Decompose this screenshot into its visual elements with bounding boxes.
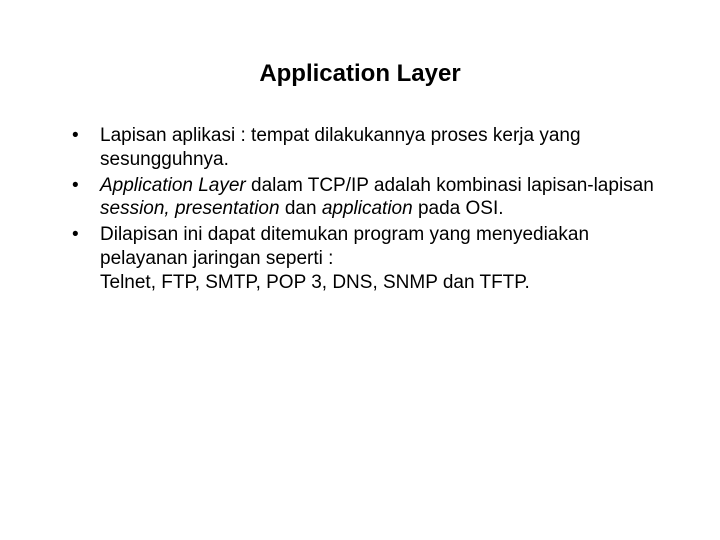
italic-term: Application Layer [100, 175, 246, 196]
italic-term: session, presentation [100, 198, 280, 219]
italic-term: application [322, 198, 413, 219]
bullet-text: dalam TCP/IP adalah kombinasi lapisan-la… [246, 175, 654, 196]
bullet-subtext: Telnet, FTP, SMTP, POP 3, DNS, SNMP dan … [100, 271, 670, 295]
bullet-text: pada OSI. [413, 198, 504, 219]
bullet-text: Lapisan aplikasi : tempat dilakukannya p… [100, 125, 581, 170]
list-item: Application Layer dalam TCP/IP adalah ko… [72, 174, 670, 222]
slide-title: Application Layer [50, 60, 670, 88]
list-item: Dilapisan ini dapat ditemukan program ya… [72, 223, 670, 294]
bullet-text: Dilapisan ini dapat ditemukan program ya… [100, 224, 589, 269]
bullet-list: Lapisan aplikasi : tempat dilakukannya p… [72, 124, 670, 294]
list-item: Lapisan aplikasi : tempat dilakukannya p… [72, 124, 670, 172]
slide: Application Layer Lapisan aplikasi : tem… [0, 0, 720, 540]
bullet-text: dan [280, 198, 322, 219]
